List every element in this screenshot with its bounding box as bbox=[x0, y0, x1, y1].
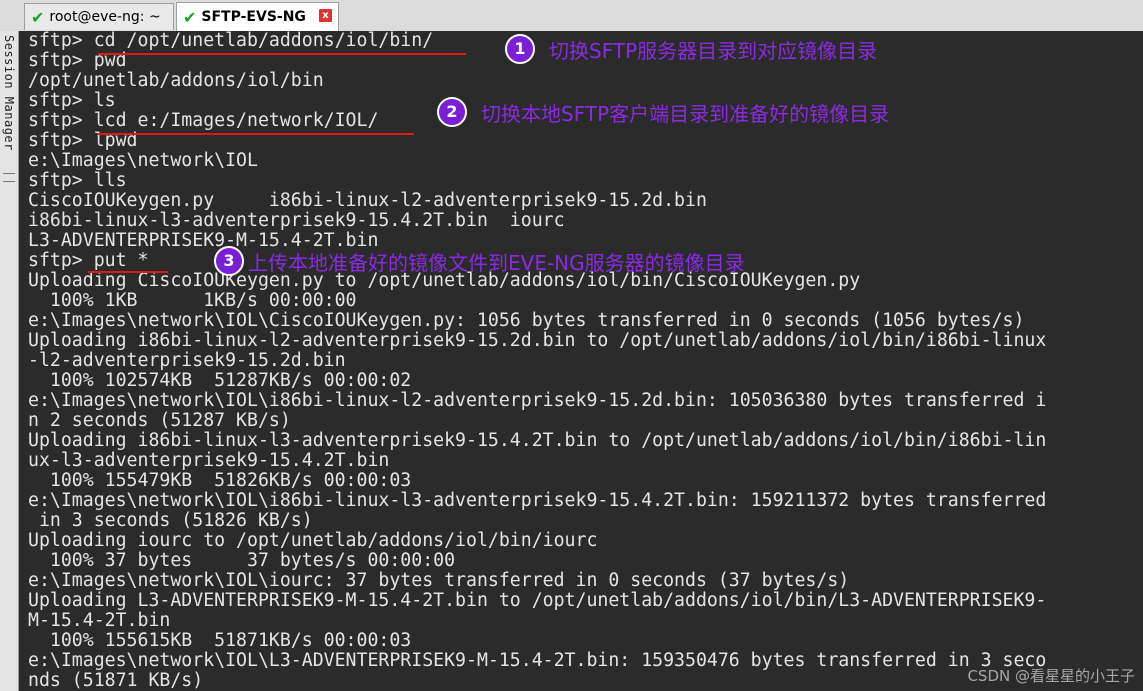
terminal-line: 100% 102574KB 51287KB/s 00:00:02 bbox=[28, 370, 412, 391]
terminal-line: 100% 1KB 1KB/s 00:00:00 bbox=[28, 290, 357, 311]
underline-cd-command bbox=[98, 53, 466, 55]
terminal-line: sftp> lls bbox=[28, 170, 127, 191]
terminal-line: Uploading L3-ADVENTERPRISEK9-M-15.4-2T.b… bbox=[28, 590, 1047, 611]
terminal-line: Uploading i86bi-linux-l2-adventerprisek9… bbox=[28, 330, 1047, 351]
tab-label: SFTP-EVS-NG bbox=[201, 9, 306, 25]
tab-bar: ✔ root@eve-ng: ~ ✔ SFTP-EVS-NG x bbox=[0, 0, 1143, 32]
terminal-line: i86bi-linux-l3-adventerprisek9-15.4.2T.b… bbox=[28, 210, 565, 231]
annotation-text: 上传本地准备好的镜像文件到EVE-NG服务器的镜像目录 bbox=[248, 250, 745, 275]
tab-sftp-session[interactable]: ✔ SFTP-EVS-NG x bbox=[176, 2, 339, 31]
terminal-line: e:\Images\network\IOL\CiscoIOUKeygen.py:… bbox=[28, 310, 1025, 331]
underline-put-command bbox=[88, 271, 168, 273]
terminal-line: 100% 155479KB 51826KB/s 00:00:03 bbox=[28, 470, 412, 491]
terminal-line: Uploading iourc to /opt/unetlab/addons/i… bbox=[28, 530, 598, 551]
check-icon: ✔ bbox=[183, 7, 197, 27]
terminal-line: n 2 seconds (51287 KB/s) bbox=[28, 410, 291, 431]
session-manager-label: Session Manager bbox=[2, 35, 16, 151]
underline-lcd-command bbox=[98, 133, 414, 135]
number-2-icon: 2 bbox=[437, 97, 467, 127]
terminal-line: ux-l3-adventerprisek9-15.4.2T.bin bbox=[28, 450, 390, 471]
tab-root-session[interactable]: ✔ root@eve-ng: ~ bbox=[24, 3, 174, 30]
terminal-line: e:\Images\network\IOL\iourc: 37 bytes tr… bbox=[28, 570, 850, 591]
terminal-line: nds (51871 KB/s) bbox=[28, 670, 204, 691]
check-icon: ✔ bbox=[31, 7, 45, 27]
terminal-line: M-15.4-2T.bin bbox=[28, 610, 171, 631]
terminal-output: sftp> cd /opt/unetlab/addons/iol/bin/sft… bbox=[28, 31, 1046, 691]
terminal-line: e:\Images\network\IOL\L3-ADVENTERPRISEK9… bbox=[28, 650, 1047, 671]
terminal-line: -l2-adventerprisek9-15.2d.bin bbox=[28, 350, 346, 371]
grip-handle-icon[interactable] bbox=[3, 173, 15, 182]
terminal-line: CiscoIOUKeygen.py i86bi-linux-l2-advente… bbox=[28, 190, 707, 211]
terminal-line: Uploading i86bi-linux-l3-adventerprisek9… bbox=[28, 430, 1047, 451]
terminal-line: in 3 seconds (51826 KB/s) bbox=[28, 510, 313, 531]
terminal-window[interactable]: sftp> cd /opt/unetlab/addons/iol/bin/sft… bbox=[19, 31, 1143, 691]
terminal-line: e:\Images\network\IOL bbox=[28, 150, 258, 171]
annotation-1: 1 切换SFTP服务器目录到对应镜像目录 bbox=[505, 34, 877, 64]
tab-label: root@eve-ng: ~ bbox=[49, 9, 161, 25]
session-manager-panel[interactable]: Session Manager bbox=[0, 31, 19, 691]
terminal-line: /opt/unetlab/addons/iol/bin bbox=[28, 70, 324, 91]
terminal-line: 100% 37 bytes 37 bytes/s 00:00:00 bbox=[28, 550, 456, 571]
terminal-line: e:\Images\network\IOL\i86bi-linux-l3-adv… bbox=[28, 490, 1047, 511]
terminal-line: 100% 155615KB 51871KB/s 00:00:03 bbox=[28, 630, 412, 651]
annotation-2: 2 切换本地SFTP客户端目录到准备好的镜像目录 bbox=[437, 97, 889, 127]
number-1-icon: 1 bbox=[505, 34, 535, 64]
annotation-text: 切换SFTP服务器目录到对应镜像目录 bbox=[549, 38, 878, 63]
close-icon[interactable]: x bbox=[319, 9, 332, 22]
terminal-line: e:\Images\network\IOL\i86bi-linux-l2-adv… bbox=[28, 390, 1047, 411]
watermark: CSDN @看星星的小王子 bbox=[967, 667, 1135, 685]
number-3-icon: 3 bbox=[214, 246, 244, 276]
annotation-text: 切换本地SFTP客户端目录到准备好的镜像目录 bbox=[481, 101, 890, 126]
annotation-3: 3 上传本地准备好的镜像文件到EVE-NG服务器的镜像目录 bbox=[214, 246, 745, 276]
